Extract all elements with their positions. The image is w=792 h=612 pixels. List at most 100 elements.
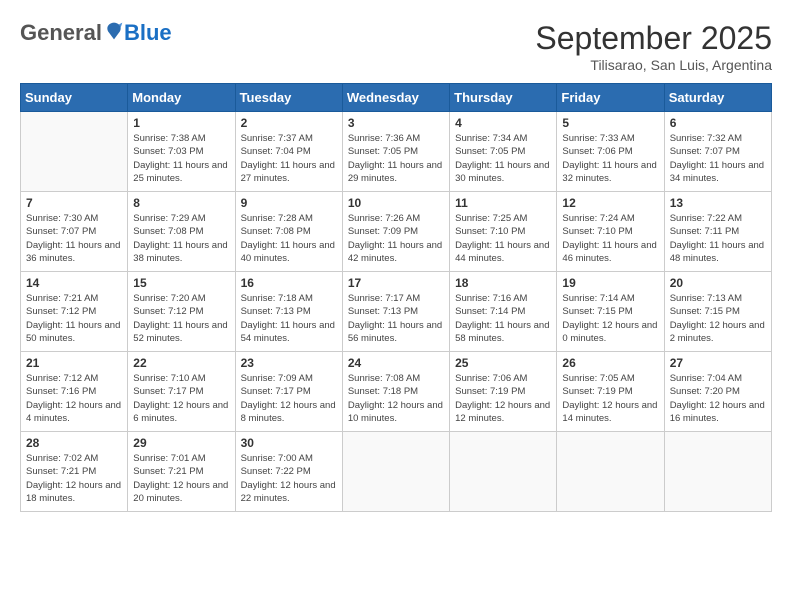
- day-number: 30: [241, 436, 337, 450]
- calendar-cell: 12 Sunrise: 7:24 AM Sunset: 7:10 PM Dayli…: [557, 192, 664, 272]
- day-info: Sunrise: 7:32 AM Sunset: 7:07 PM Dayligh…: [670, 132, 766, 185]
- day-info: Sunrise: 7:17 AM Sunset: 7:13 PM Dayligh…: [348, 292, 444, 345]
- day-number: 28: [26, 436, 122, 450]
- day-info: Sunrise: 7:18 AM Sunset: 7:13 PM Dayligh…: [241, 292, 337, 345]
- logo-blue-text: Blue: [124, 20, 172, 46]
- day-info: Sunrise: 7:06 AM Sunset: 7:19 PM Dayligh…: [455, 372, 551, 425]
- calendar-cell: 6 Sunrise: 7:32 AM Sunset: 7:07 PM Daylig…: [664, 112, 771, 192]
- calendar-cell: 13 Sunrise: 7:22 AM Sunset: 7:11 PM Dayli…: [664, 192, 771, 272]
- column-header-monday: Monday: [128, 84, 235, 112]
- calendar-cell: 8 Sunrise: 7:29 AM Sunset: 7:08 PM Daylig…: [128, 192, 235, 272]
- day-info: Sunrise: 7:25 AM Sunset: 7:10 PM Dayligh…: [455, 212, 551, 265]
- calendar-cell: [450, 432, 557, 512]
- day-number: 15: [133, 276, 229, 290]
- day-info: Sunrise: 7:22 AM Sunset: 7:11 PM Dayligh…: [670, 212, 766, 265]
- day-info: Sunrise: 7:33 AM Sunset: 7:06 PM Dayligh…: [562, 132, 658, 185]
- day-number: 17: [348, 276, 444, 290]
- day-info: Sunrise: 7:30 AM Sunset: 7:07 PM Dayligh…: [26, 212, 122, 265]
- calendar-cell: 1Sunrise: 7:38 AM Sunset: 7:03 PM Daylig…: [128, 112, 235, 192]
- day-info: Sunrise: 7:09 AM Sunset: 7:17 PM Dayligh…: [241, 372, 337, 425]
- day-info: Sunrise: 7:10 AM Sunset: 7:17 PM Dayligh…: [133, 372, 229, 425]
- day-info: Sunrise: 7:14 AM Sunset: 7:15 PM Dayligh…: [562, 292, 658, 345]
- calendar-cell: 25 Sunrise: 7:06 AM Sunset: 7:19 PM Dayli…: [450, 352, 557, 432]
- day-info: Sunrise: 7:24 AM Sunset: 7:10 PM Dayligh…: [562, 212, 658, 265]
- day-info: Sunrise: 7:29 AM Sunset: 7:08 PM Dayligh…: [133, 212, 229, 265]
- day-number: 20: [670, 276, 766, 290]
- day-number: 1: [133, 116, 229, 130]
- page-header: General Blue September 2025 Tilisarao, S…: [20, 20, 772, 73]
- calendar-cell: 22Sunrise: 7:10 AM Sunset: 7:17 PM Dayli…: [128, 352, 235, 432]
- calendar-cell: 26 Sunrise: 7:05 AM Sunset: 7:19 PM Dayli…: [557, 352, 664, 432]
- month-title: September 2025: [535, 20, 772, 57]
- day-number: 13: [670, 196, 766, 210]
- day-number: 11: [455, 196, 551, 210]
- calendar-cell: 23 Sunrise: 7:09 AM Sunset: 7:17 PM Dayli…: [235, 352, 342, 432]
- day-number: 8: [133, 196, 229, 210]
- day-number: 3: [348, 116, 444, 130]
- day-number: 29: [133, 436, 229, 450]
- day-info: Sunrise: 7:16 AM Sunset: 7:14 PM Dayligh…: [455, 292, 551, 345]
- calendar-cell: 15 Sunrise: 7:20 AM Sunset: 7:12 PM Dayli…: [128, 272, 235, 352]
- column-header-sunday: Sunday: [21, 84, 128, 112]
- calendar-cell: 14 Sunrise: 7:21 AM Sunset: 7:12 PM Dayli…: [21, 272, 128, 352]
- column-header-thursday: Thursday: [450, 84, 557, 112]
- day-number: 24: [348, 356, 444, 370]
- calendar-cell: 17 Sunrise: 7:17 AM Sunset: 7:13 PM Dayli…: [342, 272, 449, 352]
- logo-general-text: General: [20, 20, 102, 46]
- day-number: 23: [241, 356, 337, 370]
- column-header-tuesday: Tuesday: [235, 84, 342, 112]
- day-number: 26: [562, 356, 658, 370]
- day-info: Sunrise: 7:02 AM Sunset: 7:21 PM Dayligh…: [26, 452, 122, 505]
- day-info: Sunrise: 7:00 AM Sunset: 7:22 PM Dayligh…: [241, 452, 337, 505]
- logo: General Blue: [20, 20, 172, 46]
- day-number: 6: [670, 116, 766, 130]
- calendar-header-row: SundayMondayTuesdayWednesdayThursdayFrid…: [21, 84, 772, 112]
- calendar-cell: 27Sunrise: 7:04 AM Sunset: 7:20 PM Dayli…: [664, 352, 771, 432]
- calendar-cell: 29Sunrise: 7:01 AM Sunset: 7:21 PM Dayli…: [128, 432, 235, 512]
- day-number: 9: [241, 196, 337, 210]
- day-info: Sunrise: 7:21 AM Sunset: 7:12 PM Dayligh…: [26, 292, 122, 345]
- day-info: Sunrise: 7:28 AM Sunset: 7:08 PM Dayligh…: [241, 212, 337, 265]
- calendar-table: SundayMondayTuesdayWednesdayThursdayFrid…: [20, 83, 772, 512]
- day-number: 14: [26, 276, 122, 290]
- calendar-cell: 30 Sunrise: 7:00 AM Sunset: 7:22 PM Dayli…: [235, 432, 342, 512]
- column-header-wednesday: Wednesday: [342, 84, 449, 112]
- calendar-cell: 20 Sunrise: 7:13 AM Sunset: 7:15 PM Dayli…: [664, 272, 771, 352]
- calendar-cell: 19 Sunrise: 7:14 AM Sunset: 7:15 PM Dayli…: [557, 272, 664, 352]
- day-info: Sunrise: 7:08 AM Sunset: 7:18 PM Dayligh…: [348, 372, 444, 425]
- day-info: Sunrise: 7:13 AM Sunset: 7:15 PM Dayligh…: [670, 292, 766, 345]
- day-number: 19: [562, 276, 658, 290]
- calendar-cell: 16Sunrise: 7:18 AM Sunset: 7:13 PM Dayli…: [235, 272, 342, 352]
- day-info: Sunrise: 7:20 AM Sunset: 7:12 PM Dayligh…: [133, 292, 229, 345]
- column-header-saturday: Saturday: [664, 84, 771, 112]
- calendar-week-4: 21Sunrise: 7:12 AM Sunset: 7:16 PM Dayli…: [21, 352, 772, 432]
- calendar-cell: [21, 112, 128, 192]
- day-number: 18: [455, 276, 551, 290]
- calendar-cell: 10Sunrise: 7:26 AM Sunset: 7:09 PM Dayli…: [342, 192, 449, 272]
- calendar-cell: [557, 432, 664, 512]
- location-subtitle: Tilisarao, San Luis, Argentina: [535, 57, 772, 73]
- day-info: Sunrise: 7:05 AM Sunset: 7:19 PM Dayligh…: [562, 372, 658, 425]
- calendar-week-3: 14 Sunrise: 7:21 AM Sunset: 7:12 PM Dayli…: [21, 272, 772, 352]
- day-info: Sunrise: 7:36 AM Sunset: 7:05 PM Dayligh…: [348, 132, 444, 185]
- calendar-cell: 5 Sunrise: 7:33 AM Sunset: 7:06 PM Daylig…: [557, 112, 664, 192]
- calendar-cell: 3 Sunrise: 7:36 AM Sunset: 7:05 PM Daylig…: [342, 112, 449, 192]
- day-info: Sunrise: 7:26 AM Sunset: 7:09 PM Dayligh…: [348, 212, 444, 265]
- day-info: Sunrise: 7:37 AM Sunset: 7:04 PM Dayligh…: [241, 132, 337, 185]
- calendar-cell: 18 Sunrise: 7:16 AM Sunset: 7:14 PM Dayli…: [450, 272, 557, 352]
- calendar-week-2: 7 Sunrise: 7:30 AM Sunset: 7:07 PM Daylig…: [21, 192, 772, 272]
- calendar-cell: 24 Sunrise: 7:08 AM Sunset: 7:18 PM Dayli…: [342, 352, 449, 432]
- calendar-cell: 21Sunrise: 7:12 AM Sunset: 7:16 PM Dayli…: [21, 352, 128, 432]
- day-number: 7: [26, 196, 122, 210]
- day-number: 4: [455, 116, 551, 130]
- calendar-cell: [664, 432, 771, 512]
- day-number: 5: [562, 116, 658, 130]
- calendar-cell: 9 Sunrise: 7:28 AM Sunset: 7:08 PM Daylig…: [235, 192, 342, 272]
- day-info: Sunrise: 7:12 AM Sunset: 7:16 PM Dayligh…: [26, 372, 122, 425]
- calendar-cell: [342, 432, 449, 512]
- day-number: 12: [562, 196, 658, 210]
- logo-icon: [104, 21, 124, 41]
- day-number: 2: [241, 116, 337, 130]
- calendar-cell: 2 Sunrise: 7:37 AM Sunset: 7:04 PM Daylig…: [235, 112, 342, 192]
- day-number: 25: [455, 356, 551, 370]
